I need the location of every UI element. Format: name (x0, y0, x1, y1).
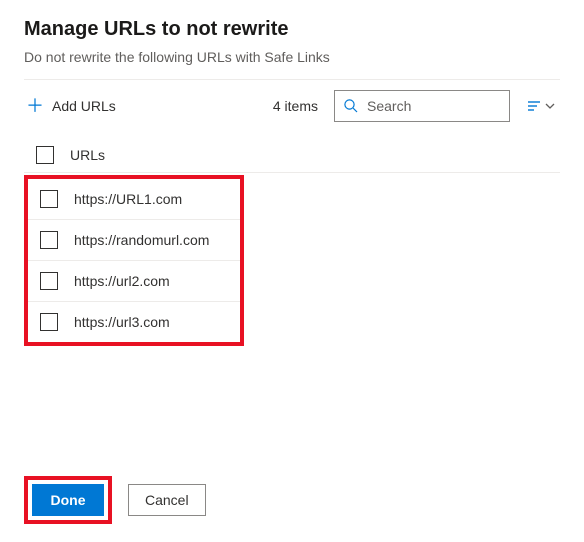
add-urls-label: Add URLs (52, 98, 116, 114)
table-row[interactable]: https://randomurl.com (28, 220, 240, 261)
page-title: Manage URLs to not rewrite (24, 18, 560, 41)
url-table: URLs https://URL1.com https://randomurl.… (24, 138, 560, 346)
done-highlight: Done (24, 476, 112, 524)
url-cell: https://randomurl.com (74, 232, 209, 248)
divider (24, 79, 560, 80)
table-row[interactable]: https://url2.com (28, 261, 240, 302)
row-checkbox[interactable] (40, 272, 58, 290)
page-subtitle: Do not rewrite the following URLs with S… (24, 49, 560, 65)
toolbar: ＋ Add URLs 4 items (24, 86, 560, 134)
cancel-button[interactable]: Cancel (128, 484, 206, 516)
row-checkbox[interactable] (40, 231, 58, 249)
item-count: 4 items (273, 98, 318, 114)
search-input[interactable] (367, 98, 501, 114)
footer: Done Cancel (24, 476, 560, 524)
search-icon (343, 98, 359, 114)
highlighted-rows: https://URL1.com https://randomurl.com h… (24, 175, 244, 346)
search-box[interactable] (334, 90, 510, 122)
table-header-row: URLs (24, 138, 560, 173)
list-icon (526, 98, 542, 114)
url-cell: https://url3.com (74, 314, 170, 330)
url-cell: https://url2.com (74, 273, 170, 289)
plus-icon: ＋ (26, 97, 44, 115)
done-button[interactable]: Done (32, 484, 104, 516)
row-checkbox[interactable] (40, 190, 58, 208)
sort-menu-button[interactable] (522, 94, 560, 118)
chevron-down-icon (544, 100, 556, 112)
row-checkbox[interactable] (40, 313, 58, 331)
table-row[interactable]: https://URL1.com (28, 179, 240, 220)
column-header-urls: URLs (70, 147, 105, 163)
select-all-checkbox[interactable] (36, 146, 54, 164)
table-row[interactable]: https://url3.com (28, 302, 240, 342)
url-cell: https://URL1.com (74, 191, 182, 207)
add-urls-button[interactable]: ＋ Add URLs (24, 93, 118, 119)
